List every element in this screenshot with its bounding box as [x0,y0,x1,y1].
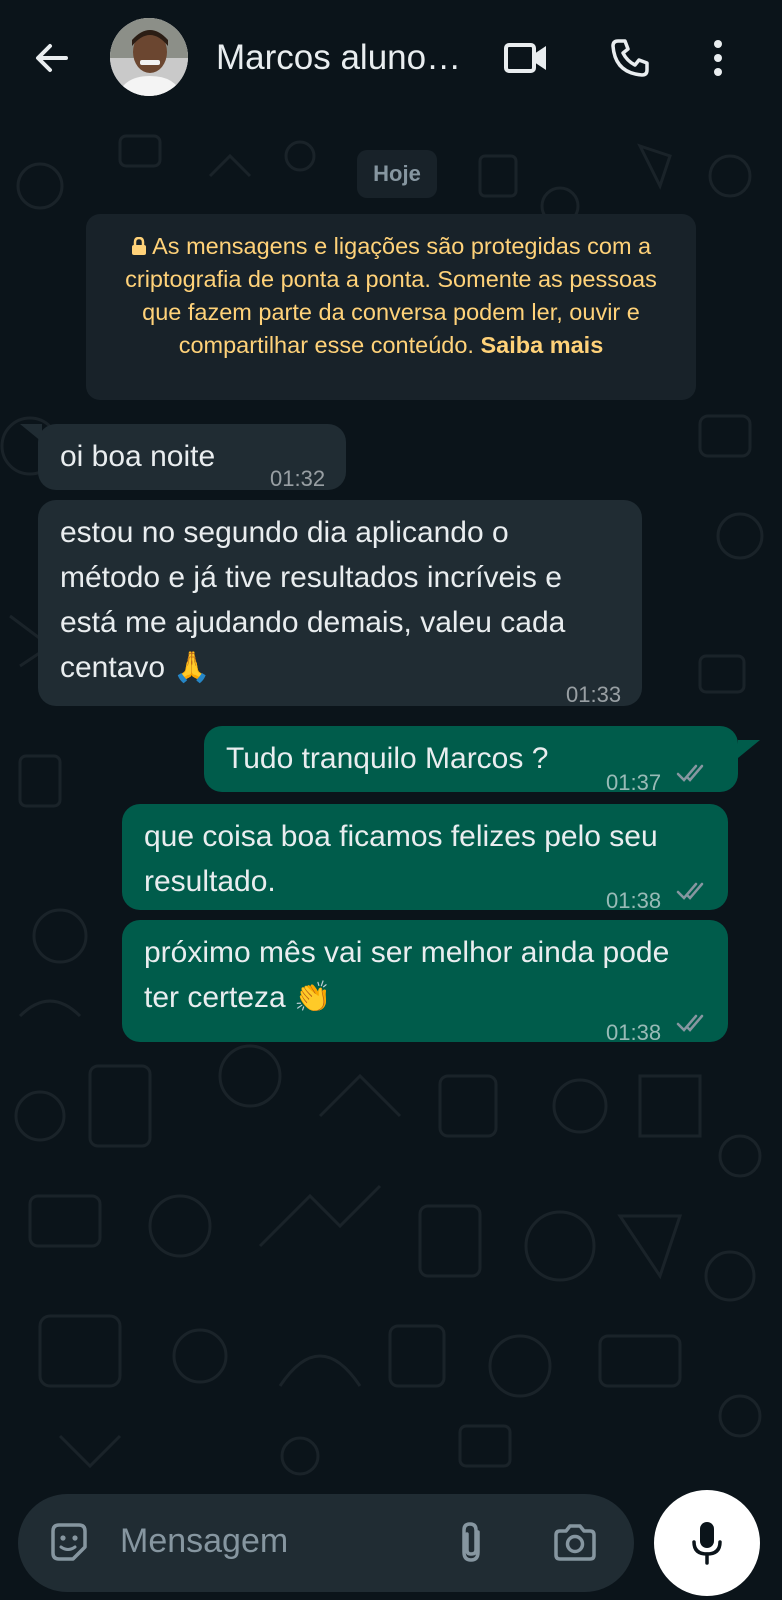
video-call-icon[interactable] [500,32,552,84]
message-outgoing[interactable]: que coisa boa ficamos felizes pelo seu r… [122,804,728,913]
camera-icon[interactable] [550,1518,600,1568]
back-arrow-icon[interactable] [28,34,76,82]
message-time: 01:38 [606,888,662,913]
voice-call-icon[interactable] [604,32,656,84]
message-input[interactable]: Mensagem [120,1522,288,1561]
message-incoming[interactable]: estou no segundo dia aplicando o método … [38,500,642,707]
message-outgoing[interactable]: próximo mês vai ser melhor ainda pode te… [122,920,728,1045]
chat-area[interactable]: Hoje As mensagens e ligações são protegi… [0,116,782,1486]
message-text: oi boa noite [60,440,216,473]
avatar[interactable] [110,18,188,96]
learn-more-link[interactable]: Saiba mais [480,332,603,358]
message-text: próximo mês vai ser melhor ainda pode te… [144,936,670,1014]
more-options-icon[interactable] [692,32,744,84]
bubble-tail [738,740,760,758]
message-time: 01:32 [270,466,326,491]
message-outgoing[interactable]: Tudo tranquilo Marcos ? 01:37 [204,726,738,795]
message-time: 01:37 [606,770,662,795]
read-receipt-icon [676,764,704,782]
message-text: estou no segundo dia aplicando o método … [60,516,566,684]
message-text: que coisa boa ficamos felizes pelo seu r… [144,820,658,898]
message-composer[interactable]: Mensagem [18,1494,634,1592]
message-incoming[interactable]: oi boa noite 01:32 [38,424,346,491]
chat-header: Marcos aluno… [0,0,782,116]
sticker-icon[interactable] [44,1518,94,1568]
contact-name[interactable]: Marcos aluno… [216,36,476,80]
lock-icon [131,233,152,259]
encryption-notice[interactable]: As mensagens e ligações são protegidas c… [86,214,696,400]
message-time: 01:38 [606,1020,662,1045]
message-text: Tudo tranquilo Marcos ? [226,742,549,775]
date-chip: Hoje [357,150,437,198]
mic-icon[interactable] [654,1490,760,1596]
read-receipt-icon [676,1014,704,1032]
read-receipt-icon [676,882,704,900]
attach-icon[interactable] [446,1518,496,1568]
message-time: 01:33 [566,682,622,707]
